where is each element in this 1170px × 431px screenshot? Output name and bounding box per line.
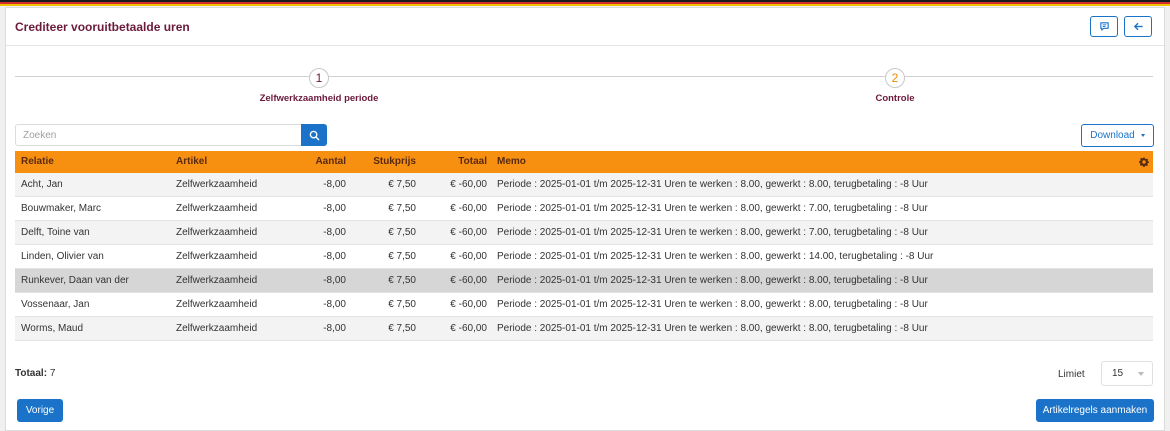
cell-relatie: Runkever, Daan van der [21, 275, 129, 286]
cell-memo: Periode : 2025-01-01 t/m 2025-12-31 Uren… [497, 299, 928, 310]
cell-aantal: -8,00 [323, 299, 346, 310]
cell-stukprijs: € 7,50 [388, 251, 416, 262]
previous-button[interactable]: Vorige [17, 399, 63, 422]
step-1[interactable]: 1 Zelfwerkzaamheid periode [239, 68, 399, 104]
data-table: Relatie Artikel Aantal Stukprijs Totaal … [15, 151, 1153, 341]
total-value: 7 [49, 368, 56, 379]
cell-memo: Periode : 2025-01-01 t/m 2025-12-31 Uren… [497, 251, 934, 262]
limit-value: 15 [1112, 368, 1124, 379]
chevron-down-icon [1140, 134, 1145, 137]
feedback-button[interactable] [1090, 16, 1118, 37]
download-dropdown[interactable]: Download [1081, 124, 1154, 147]
cell-totaal: € -60,00 [450, 179, 487, 190]
col-header-aantal[interactable]: Aantal [315, 151, 346, 173]
page-title: Crediteer vooruitbetaalde uren [15, 20, 190, 34]
table-row[interactable]: Vossenaar, Jan Zelfwerkzaamheid -8,00 € … [15, 293, 1153, 317]
col-header-artikel[interactable]: Artikel [176, 151, 207, 173]
cell-aantal: -8,00 [323, 203, 346, 214]
cell-relatie: Delft, Toine van [21, 227, 90, 238]
table-row[interactable]: Runkever, Daan van der Zelfwerkzaamheid … [15, 269, 1153, 293]
step-2-label: Controle [875, 93, 915, 104]
cell-aantal: -8,00 [323, 251, 346, 262]
step-line [15, 76, 1153, 77]
cell-totaal: € -60,00 [450, 251, 487, 262]
cell-stukprijs: € 7,50 [388, 275, 416, 286]
step-2-number: 2 [885, 68, 905, 88]
cell-stukprijs: € 7,50 [388, 227, 416, 238]
cell-totaal: € -60,00 [450, 323, 487, 334]
cell-memo: Periode : 2025-01-01 t/m 2025-12-31 Uren… [497, 179, 928, 190]
table-row[interactable]: Linden, Olivier van Zelfwerkzaamheid -8,… [15, 245, 1153, 269]
cell-aantal: -8,00 [323, 275, 346, 286]
feedback-icon [1099, 22, 1109, 31]
cell-stukprijs: € 7,50 [388, 179, 416, 190]
cell-aantal: -8,00 [323, 323, 346, 334]
table-row[interactable]: Acht, Jan Zelfwerkzaamheid -8,00 € 7,50 … [15, 173, 1153, 197]
panel-header: Crediteer vooruitbetaalde uren [6, 8, 1164, 46]
flag-stripe [0, 0, 1170, 6]
cell-relatie: Vossenaar, Jan [21, 299, 90, 310]
chevron-down-icon [1138, 371, 1144, 376]
arrow-left-icon [1133, 22, 1143, 31]
gear-icon[interactable] [1139, 157, 1149, 167]
cell-memo: Periode : 2025-01-01 t/m 2025-12-31 Uren… [497, 203, 928, 214]
search-button[interactable] [301, 124, 327, 146]
table-row[interactable]: Worms, Maud Zelfwerkzaamheid -8,00 € 7,5… [15, 317, 1153, 341]
download-label: Download [1090, 130, 1135, 141]
cell-artikel: Zelfwerkzaamheid [176, 275, 258, 286]
cell-relatie: Bouwmaker, Marc [21, 203, 102, 214]
total-count: Totaal: 7 [15, 368, 55, 379]
cell-artikel: Zelfwerkzaamheid [176, 251, 258, 262]
cell-totaal: € -60,00 [450, 275, 487, 286]
col-header-stukprijs[interactable]: Stukprijs [373, 151, 416, 173]
cell-stukprijs: € 7,50 [388, 299, 416, 310]
cell-artikel: Zelfwerkzaamheid [176, 227, 258, 238]
col-header-totaal[interactable]: Totaal [458, 151, 487, 173]
table-row[interactable]: Delft, Toine van Zelfwerkzaamheid -8,00 … [15, 221, 1153, 245]
create-lines-button[interactable]: Artikelregels aanmaken [1036, 399, 1154, 422]
cell-relatie: Linden, Olivier van [21, 251, 104, 262]
search-input[interactable] [15, 124, 301, 146]
col-header-memo[interactable]: Memo [497, 151, 526, 173]
cell-aantal: -8,00 [323, 227, 346, 238]
step-indicator: 1 Zelfwerkzaamheid periode 2 Controle [15, 68, 1153, 113]
cell-memo: Periode : 2025-01-01 t/m 2025-12-31 Uren… [497, 323, 928, 334]
cell-stukprijs: € 7,50 [388, 323, 416, 334]
table-header: Relatie Artikel Aantal Stukprijs Totaal … [15, 151, 1153, 173]
cell-totaal: € -60,00 [450, 299, 487, 310]
cell-artikel: Zelfwerkzaamheid [176, 203, 258, 214]
cell-memo: Periode : 2025-01-01 t/m 2025-12-31 Uren… [497, 227, 928, 238]
step-2[interactable]: 2 Controle [815, 68, 975, 104]
cell-aantal: -8,00 [323, 179, 346, 190]
cell-artikel: Zelfwerkzaamheid [176, 179, 258, 190]
cell-memo: Periode : 2025-01-01 t/m 2025-12-31 Uren… [497, 275, 928, 286]
cell-relatie: Worms, Maud [21, 323, 84, 334]
limit-label: Limiet [1058, 369, 1085, 380]
cell-totaal: € -60,00 [450, 203, 487, 214]
main-panel: Crediteer vooruitbetaalde uren 1 Zelfwer… [5, 7, 1165, 431]
total-label: Totaal: [15, 368, 48, 379]
search-icon [309, 130, 319, 140]
cell-artikel: Zelfwerkzaamheid [176, 299, 258, 310]
step-1-number: 1 [309, 68, 329, 88]
limit-select[interactable]: 15 [1101, 361, 1153, 386]
cell-artikel: Zelfwerkzaamheid [176, 323, 258, 334]
cell-relatie: Acht, Jan [21, 179, 63, 190]
cell-totaal: € -60,00 [450, 227, 487, 238]
col-header-relatie[interactable]: Relatie [21, 151, 54, 173]
table-row[interactable]: Bouwmaker, Marc Zelfwerkzaamheid -8,00 €… [15, 197, 1153, 221]
cell-stukprijs: € 7,50 [388, 203, 416, 214]
step-1-label: Zelfwerkzaamheid periode [259, 93, 379, 104]
back-button[interactable] [1124, 16, 1152, 37]
